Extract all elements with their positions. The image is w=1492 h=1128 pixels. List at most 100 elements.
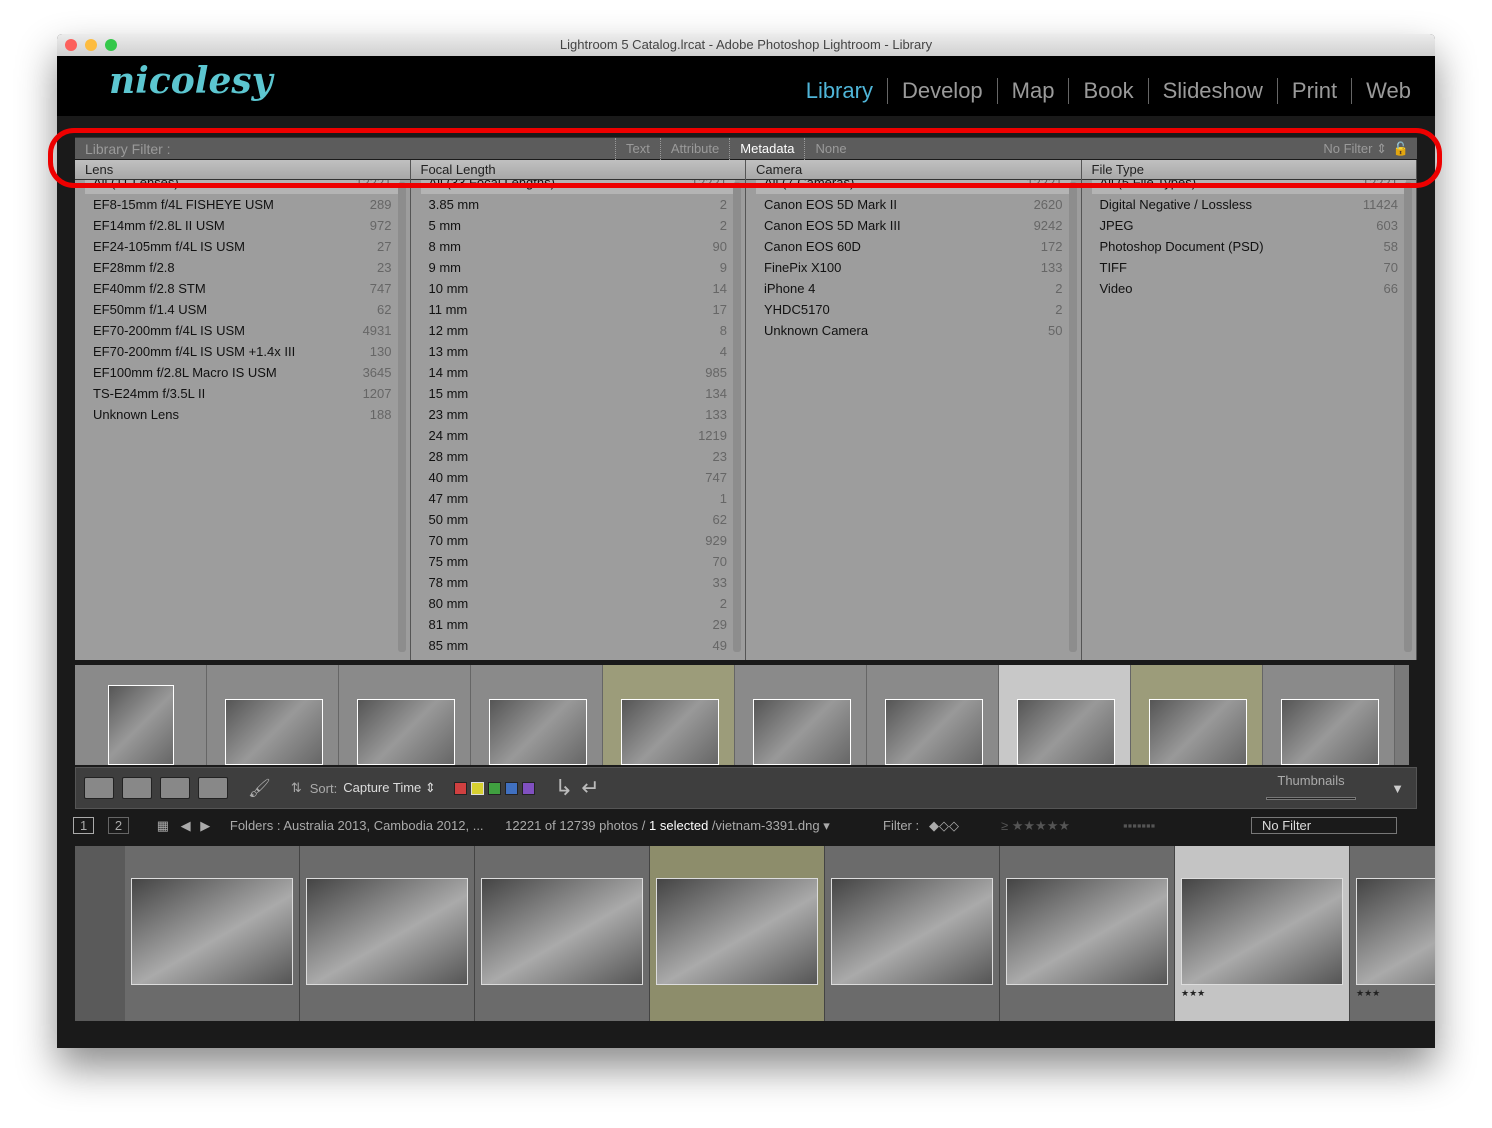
module-web[interactable]: Web bbox=[1351, 78, 1425, 104]
list-item[interactable]: Canon EOS 5D Mark III9242 bbox=[746, 215, 1081, 236]
photo-thumbnail[interactable] bbox=[481, 878, 643, 985]
photo-thumbnail[interactable] bbox=[306, 878, 468, 985]
list-item[interactable]: 14 mm985 bbox=[411, 362, 746, 383]
list-item[interactable]: TIFF70 bbox=[1082, 257, 1417, 278]
list-item[interactable]: 12 mm8 bbox=[411, 320, 746, 341]
list-item[interactable]: FinePix X100133 bbox=[746, 257, 1081, 278]
list-item[interactable]: Photoshop Document (PSD)58 bbox=[1082, 236, 1417, 257]
grid-icon[interactable]: ▦ bbox=[157, 818, 169, 833]
list-item[interactable]: 13 mm4 bbox=[411, 341, 746, 362]
list-item[interactable]: Canon EOS 5D Mark II2620 bbox=[746, 194, 1081, 215]
filmstrip-cell[interactable]: ★★★ bbox=[1175, 846, 1350, 1021]
list-item[interactable]: 15 mm134 bbox=[411, 383, 746, 404]
zoom-button[interactable] bbox=[105, 39, 117, 51]
list-item[interactable]: EF40mm f/2.8 STM747 bbox=[75, 278, 410, 299]
grid-cell[interactable] bbox=[1263, 665, 1395, 765]
photo-thumbnail[interactable] bbox=[1181, 878, 1343, 985]
secondary-window-button[interactable]: 2 bbox=[108, 817, 129, 834]
list-item[interactable]: 40 mm747 bbox=[411, 467, 746, 488]
photo-thumbnail[interactable] bbox=[656, 878, 818, 985]
source-path[interactable]: Folders : Australia 2013, Cambodia 2012,… bbox=[230, 818, 484, 833]
filmstrip-cell[interactable] bbox=[825, 846, 1000, 1021]
list-item[interactable]: 85 mm49 bbox=[411, 635, 746, 656]
photo-thumbnail[interactable] bbox=[1017, 699, 1115, 765]
list-item[interactable]: 80 mm2 bbox=[411, 593, 746, 614]
list-item[interactable]: 47 mm1 bbox=[411, 488, 746, 509]
forward-icon[interactable]: ▶ bbox=[200, 818, 210, 833]
color-label-filter[interactable]: ▪▪▪▪▪▪▪ bbox=[1123, 812, 1155, 840]
grid-view-button[interactable] bbox=[84, 777, 114, 799]
grid-cell[interactable] bbox=[603, 665, 735, 765]
grid-cell[interactable] bbox=[1131, 665, 1263, 765]
photo-thumbnail[interactable] bbox=[357, 699, 455, 765]
list-item[interactable]: EF50mm f/1.4 USM62 bbox=[75, 299, 410, 320]
filmstrip-scroll-left[interactable] bbox=[75, 846, 125, 1021]
list-item[interactable]: EF28mm f/2.823 bbox=[75, 257, 410, 278]
filmstrip-filter-select[interactable]: No Filter bbox=[1251, 817, 1397, 834]
scrollbar[interactable] bbox=[1069, 182, 1077, 652]
rotate-left-icon[interactable]: ↳ bbox=[555, 775, 573, 801]
close-button[interactable] bbox=[65, 39, 77, 51]
list-item[interactable]: EF14mm f/2.8L II USM972 bbox=[75, 215, 410, 236]
scrollbar[interactable] bbox=[733, 182, 741, 652]
photo-thumbnail[interactable] bbox=[885, 699, 983, 765]
list-item[interactable]: EF70-200mm f/4L IS USM +1.4x III130 bbox=[75, 341, 410, 362]
module-book[interactable]: Book bbox=[1068, 78, 1147, 104]
filmstrip-cell[interactable] bbox=[650, 846, 825, 1021]
list-item[interactable]: Unknown Camera50 bbox=[746, 320, 1081, 341]
thumbnail-size-slider[interactable]: Thumbnails bbox=[1266, 773, 1356, 803]
photo-thumbnail[interactable] bbox=[108, 685, 174, 765]
module-slideshow[interactable]: Slideshow bbox=[1148, 78, 1277, 104]
list-item[interactable]: 11 mm17 bbox=[411, 299, 746, 320]
list-item[interactable]: 70 mm929 bbox=[411, 530, 746, 551]
color-label-1[interactable] bbox=[471, 782, 484, 795]
sort-direction-icon[interactable]: ⇅ bbox=[291, 780, 302, 796]
color-label-4[interactable] bbox=[522, 782, 535, 795]
selected-file[interactable]: /vietnam-3391.dng bbox=[712, 818, 820, 833]
module-print[interactable]: Print bbox=[1277, 78, 1351, 104]
list-item[interactable]: EF8-15mm f/4L FISHEYE USM289 bbox=[75, 194, 410, 215]
filmstrip-cell[interactable] bbox=[475, 846, 650, 1021]
rotate-right-icon[interactable]: ↵ bbox=[581, 775, 599, 801]
list-item[interactable]: EF24-105mm f/4L IS USM27 bbox=[75, 236, 410, 257]
loupe-view-button[interactable] bbox=[122, 777, 152, 799]
module-develop[interactable]: Develop bbox=[887, 78, 997, 104]
photo-thumbnail[interactable] bbox=[831, 878, 993, 985]
rating-filter-stars[interactable]: ≥ ★★★★★ bbox=[1001, 812, 1070, 840]
list-item[interactable]: 8 mm90 bbox=[411, 236, 746, 257]
photo-thumbnail[interactable] bbox=[753, 699, 851, 765]
grid-cell[interactable] bbox=[207, 665, 339, 765]
module-map[interactable]: Map bbox=[997, 78, 1069, 104]
list-item[interactable]: 75 mm70 bbox=[411, 551, 746, 572]
list-item[interactable]: Digital Negative / Lossless11424 bbox=[1082, 194, 1417, 215]
list-item[interactable]: TS-E24mm f/3.5L II1207 bbox=[75, 383, 410, 404]
list-item[interactable]: Video66 bbox=[1082, 278, 1417, 299]
photo-thumbnail[interactable] bbox=[1356, 878, 1435, 985]
grid-cell[interactable] bbox=[75, 665, 207, 765]
toolbar-menu-icon[interactable]: ▼ bbox=[1391, 781, 1404, 796]
photo-thumbnail[interactable] bbox=[131, 878, 293, 985]
list-item[interactable]: 24 mm1219 bbox=[411, 425, 746, 446]
sort-select[interactable]: Capture Time ⇕ bbox=[343, 780, 436, 796]
grid-cell[interactable] bbox=[339, 665, 471, 765]
photo-thumbnail[interactable] bbox=[225, 699, 323, 765]
module-library[interactable]: Library bbox=[792, 78, 887, 104]
list-item[interactable]: YHDC51702 bbox=[746, 299, 1081, 320]
grid-cell[interactable] bbox=[999, 665, 1131, 765]
photo-thumbnail[interactable] bbox=[1149, 699, 1247, 765]
filmstrip-cell[interactable] bbox=[300, 846, 475, 1021]
color-label-2[interactable] bbox=[488, 782, 501, 795]
scrollbar[interactable] bbox=[398, 182, 406, 652]
list-item[interactable]: 78 mm33 bbox=[411, 572, 746, 593]
main-window-button[interactable]: 1 bbox=[73, 817, 94, 834]
list-item[interactable]: 28 mm23 bbox=[411, 446, 746, 467]
list-item[interactable]: Canon EOS 60D172 bbox=[746, 236, 1081, 257]
list-item[interactable]: EF70-200mm f/4L IS USM4931 bbox=[75, 320, 410, 341]
list-item[interactable]: 50 mm62 bbox=[411, 509, 746, 530]
back-icon[interactable]: ◀ bbox=[181, 818, 191, 833]
list-item[interactable]: Unknown Lens188 bbox=[75, 404, 410, 425]
list-item[interactable]: EF100mm f/2.8L Macro IS USM3645 bbox=[75, 362, 410, 383]
photo-thumbnail[interactable] bbox=[1006, 878, 1168, 985]
photo-thumbnail[interactable] bbox=[621, 699, 719, 765]
grid-cell[interactable] bbox=[867, 665, 999, 765]
